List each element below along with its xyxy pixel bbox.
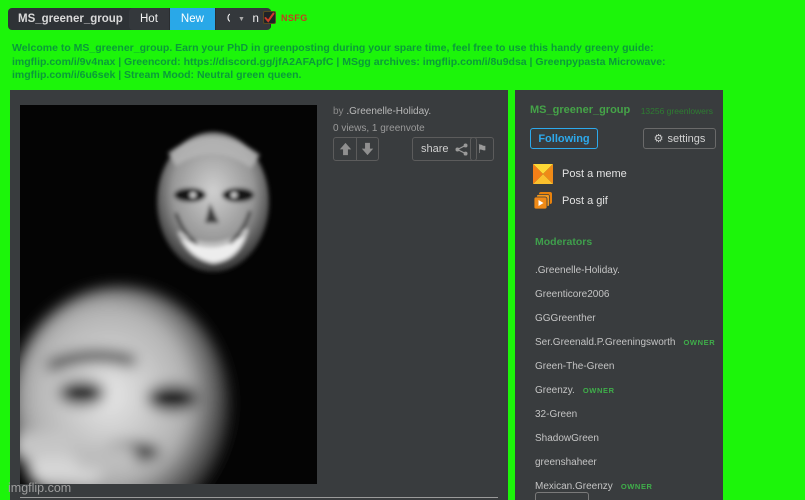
meme-pinwheel-icon	[533, 164, 553, 184]
post-a-meme-link[interactable]: Post a meme	[533, 164, 627, 184]
sort-more-dropdown[interactable]: ▼	[230, 8, 253, 30]
post-byline: by .Greenelle-Holiday.	[333, 106, 431, 117]
moderator-name-link[interactable]: greenshaheer	[535, 457, 597, 468]
moderator-row: 32-Green	[535, 402, 713, 426]
comment-box-divider	[20, 497, 498, 498]
post-author-link[interactable]: .Greenelle-Holiday.	[346, 106, 431, 117]
moderator-row: Greenzy. OWNER	[535, 378, 713, 402]
owner-badge: OWNER	[621, 482, 653, 491]
share-icon	[455, 143, 468, 156]
post-card: by .Greenelle-Holiday. 0 views, 1 greenv…	[10, 90, 508, 500]
following-button[interactable]: Following	[530, 128, 598, 149]
flag-icon: ⚑	[477, 142, 488, 156]
meme-artwork	[20, 105, 317, 484]
moderator-row: ShadowGreen	[535, 426, 713, 450]
moderator-name-link[interactable]: Mexican.Greenzy	[535, 481, 613, 492]
moderator-name-link[interactable]: Greenzy.	[535, 385, 575, 396]
moderators-list: .Greenelle-Holiday. Greenticore2006 GGGr…	[535, 258, 713, 498]
share-label: share	[421, 143, 449, 155]
sidebar-more-button[interactable]	[535, 492, 589, 500]
chevron-down-icon: ▼	[238, 16, 245, 23]
imgflip-watermark: imgflip.com	[8, 481, 71, 495]
post-a-gif-label: Post a gif	[562, 195, 608, 207]
followers-count: 13256 greenlowers	[641, 106, 713, 116]
by-label: by	[333, 106, 344, 117]
moderator-name-link[interactable]: GGGreenther	[535, 313, 596, 324]
moderator-name-link[interactable]: Ser.Greenald.P.Greeningsworth	[535, 337, 675, 348]
moderator-row: Green-The-Green	[535, 354, 713, 378]
owner-badge: OWNER	[683, 338, 715, 347]
nsfg-checkbox[interactable]	[263, 11, 276, 24]
nsfg-label: NSFG	[281, 13, 308, 23]
vote-buttons	[333, 137, 379, 161]
owner-badge: OWNER	[583, 386, 615, 395]
group-welcome-text: Welcome to MS_greener_group. Earn your P…	[12, 42, 736, 83]
post-a-meme-label: Post a meme	[562, 168, 627, 180]
tab-hot[interactable]: Hot	[129, 8, 170, 30]
moderator-row: Greenticore2006	[535, 282, 713, 306]
gif-stack-icon	[533, 191, 553, 211]
gear-icon: ⚙	[654, 132, 664, 145]
post-a-gif-link[interactable]: Post a gif	[533, 191, 608, 211]
group-title-link[interactable]: MS_greener_group	[530, 104, 630, 116]
tab-new[interactable]: New	[170, 8, 216, 30]
moderator-name-link[interactable]: Green-The-Green	[535, 361, 614, 372]
moderator-name-link[interactable]: ShadowGreen	[535, 433, 599, 444]
meme-image[interactable]	[20, 105, 317, 484]
up-arrow-icon	[339, 142, 352, 156]
group-dropdown[interactable]: MS_greener_group ▼	[8, 8, 147, 30]
nsfg-toggle: NSFG	[263, 11, 308, 24]
checkmark-icon	[264, 12, 275, 23]
settings-button[interactable]: ⚙ settings	[643, 128, 716, 149]
downvote-button[interactable]	[356, 138, 378, 160]
moderator-name-link[interactable]: .Greenelle-Holiday.	[535, 265, 620, 276]
moderator-row: Ser.Greenald.P.Greeningsworth OWNER	[535, 330, 713, 354]
share-button[interactable]: share	[412, 137, 477, 161]
group-dropdown-label: MS_greener_group	[18, 13, 123, 25]
moderator-name-link[interactable]: 32-Green	[535, 409, 577, 420]
moderator-row: GGGreenther	[535, 306, 713, 330]
moderator-row: .Greenelle-Holiday.	[535, 258, 713, 282]
moderators-heading: Moderators	[535, 236, 592, 248]
post-stats: 0 views, 1 greenvote	[333, 123, 425, 134]
settings-label: settings	[667, 133, 705, 145]
flag-button[interactable]: ⚑	[470, 137, 494, 161]
down-arrow-icon	[361, 142, 374, 156]
moderator-row: greenshaheer	[535, 450, 713, 474]
moderator-name-link[interactable]: Greenticore2006	[535, 289, 610, 300]
upvote-button[interactable]	[334, 138, 356, 160]
group-sidebar: MS_greener_group 13256 greenlowers Follo…	[515, 90, 723, 500]
